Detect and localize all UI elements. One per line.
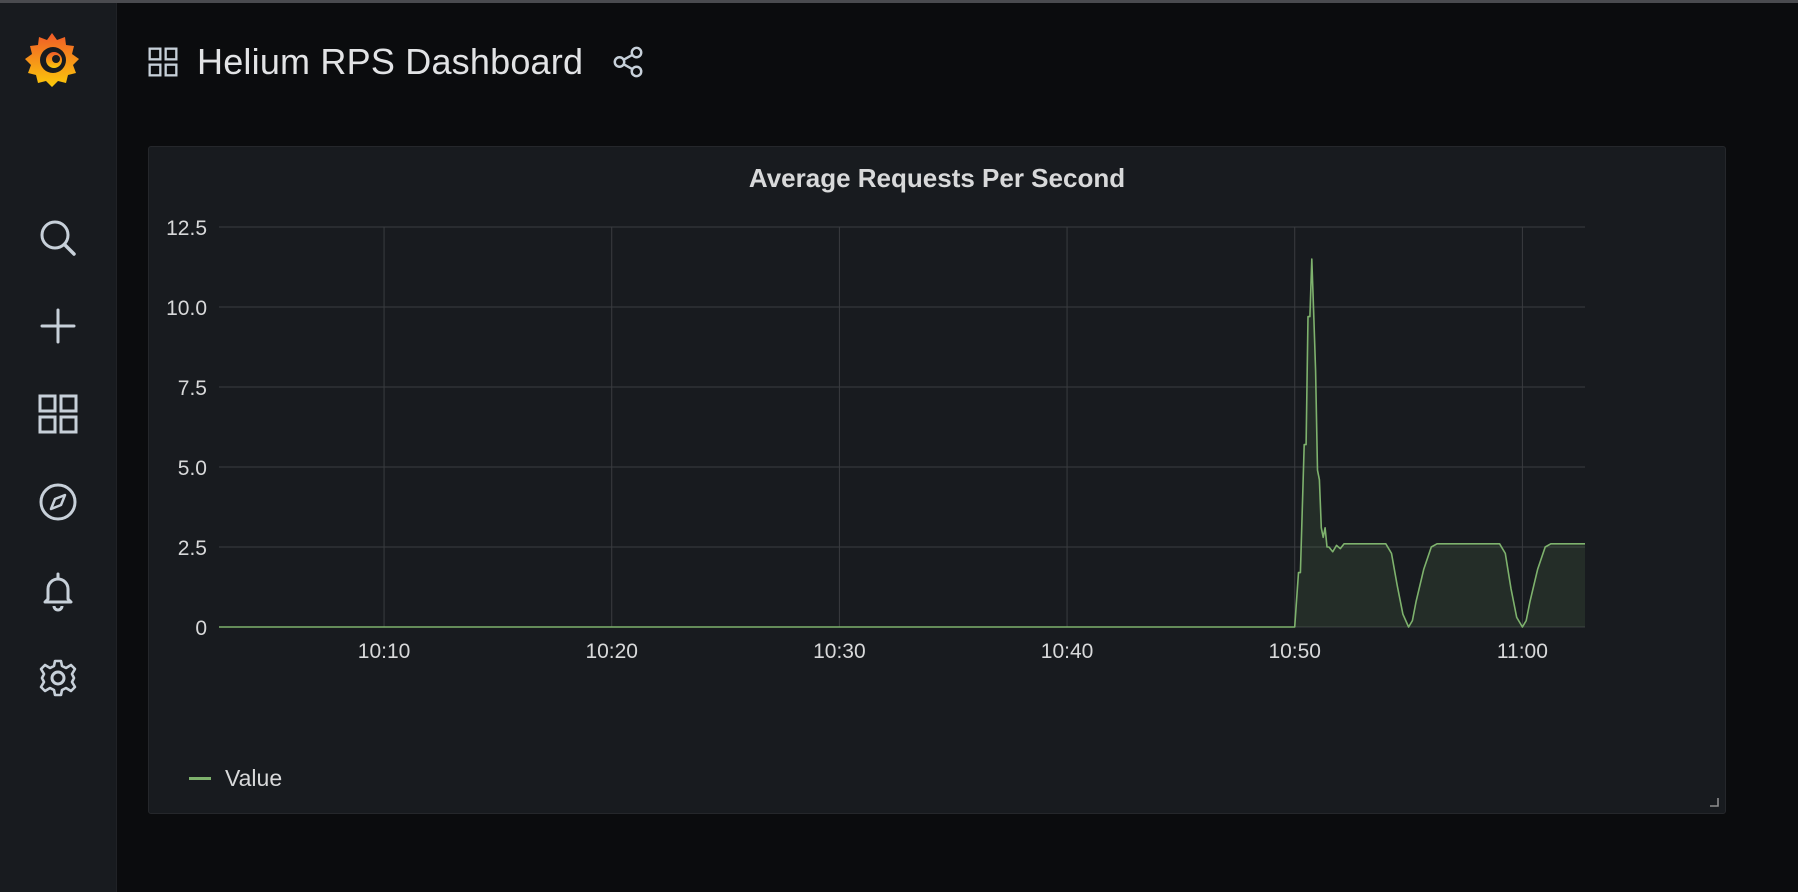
y-tick-label: 5.0 xyxy=(178,457,207,480)
search-icon xyxy=(40,220,76,256)
x-tick-label: 10:40 xyxy=(1041,640,1094,663)
sidebar-item-configuration[interactable] xyxy=(34,654,82,702)
x-tick-label: 10:30 xyxy=(813,640,866,663)
x-tick-label: 10:20 xyxy=(585,640,638,663)
legend-item[interactable]: Value xyxy=(189,765,282,792)
y-tick-label: 7.5 xyxy=(178,377,207,400)
gear-icon xyxy=(39,659,77,697)
main-content: Helium RPS Dashboard Average Requests Pe… xyxy=(117,3,1798,892)
sidebar-item-dashboards[interactable] xyxy=(34,390,82,438)
x-tick-label: 10:10 xyxy=(358,640,411,663)
plus-icon xyxy=(40,308,76,344)
graph-panel: Average Requests Per Second 0 2.5 5.0 7.5 10… xyxy=(148,146,1726,814)
legend-swatch xyxy=(189,777,211,780)
share-icon[interactable] xyxy=(611,44,647,80)
x-tick-label: 10:50 xyxy=(1268,640,1321,663)
grafana-logo[interactable] xyxy=(22,29,82,91)
dashboard-grid-icon xyxy=(147,44,183,80)
dashboards-icon xyxy=(38,394,78,434)
bell-icon xyxy=(43,572,73,612)
legend-label: Value xyxy=(225,765,283,791)
compass-icon xyxy=(39,483,77,521)
y-tick-label: 10.0 xyxy=(166,297,207,320)
y-tick-label: 2.5 xyxy=(178,537,207,560)
grafana-logo-icon xyxy=(25,33,79,87)
x-tick-label: 11:00 xyxy=(1497,640,1548,663)
chart-area[interactable]: 0 2.5 5.0 7.5 10.0 12.5 10:10 10:20 10:30 10:40 10… xyxy=(149,147,1725,757)
resize-handle-icon[interactable] xyxy=(1709,797,1719,807)
sidebar-item-search[interactable] xyxy=(34,214,82,262)
y-tick-label: 12.5 xyxy=(166,217,207,240)
sidebar-item-explore[interactable] xyxy=(34,478,82,526)
page-title[interactable]: Helium RPS Dashboard xyxy=(197,41,583,83)
sidebar-item-create[interactable] xyxy=(34,302,82,350)
dashboard-header: Helium RPS Dashboard xyxy=(147,37,647,87)
sidebar-item-alerting[interactable] xyxy=(34,566,82,614)
y-tick-label: 0 xyxy=(195,617,207,640)
sidebar xyxy=(0,3,117,892)
series-area xyxy=(219,259,1585,627)
